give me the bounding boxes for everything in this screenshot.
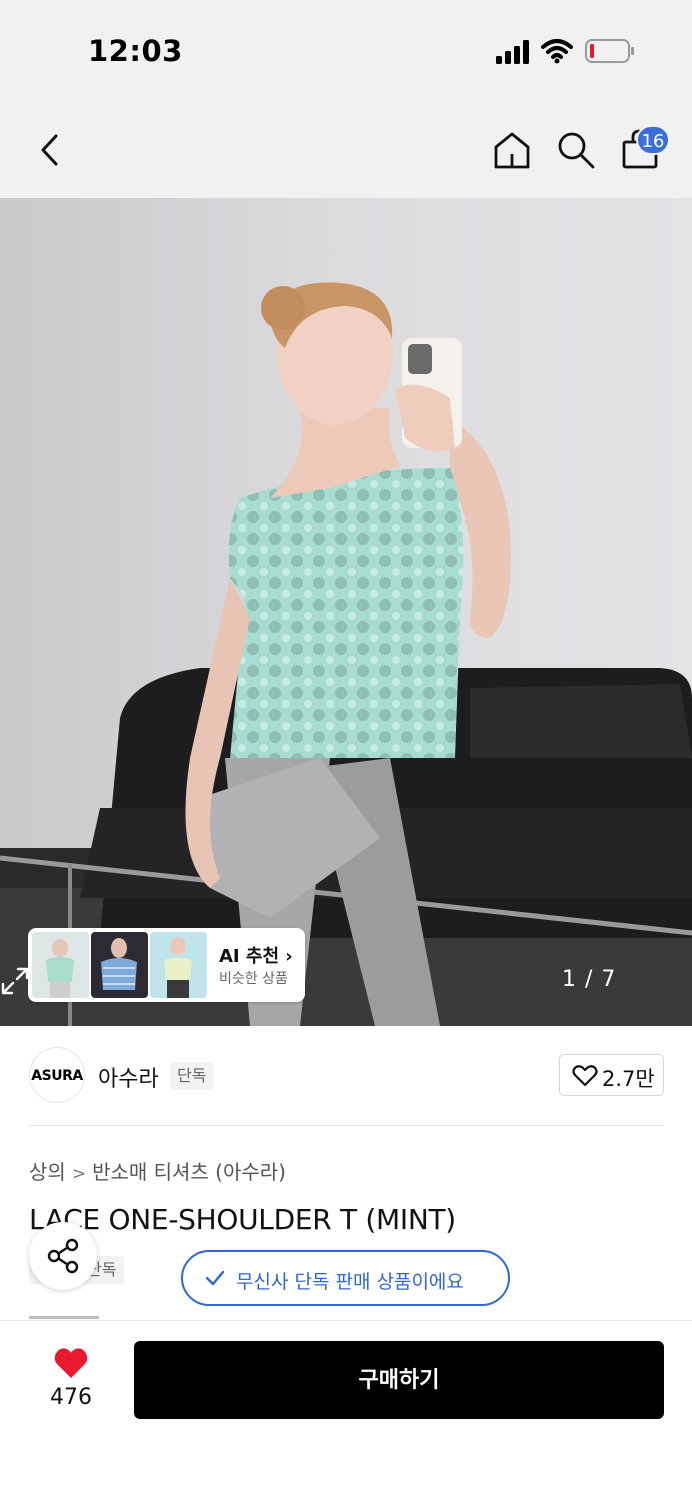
breadcrumb-category[interactable]: 상의 xyxy=(29,1160,66,1184)
image-page-counter: 1 / 7 xyxy=(562,967,617,992)
cart-count-badge: 16 xyxy=(636,125,670,155)
divider xyxy=(29,1125,664,1126)
buy-button[interactable]: 구매하기 xyxy=(134,1341,664,1419)
expand-fullscreen-icon[interactable] xyxy=(0,966,30,996)
status-time: 12:03 xyxy=(88,34,183,68)
checkmark-icon xyxy=(205,1270,225,1286)
back-arrow-icon[interactable] xyxy=(36,132,64,168)
ai-thumbnail-2[interactable] xyxy=(91,932,148,998)
breadcrumb-subcategory[interactable]: 반소매 티셔츠 (아수라) xyxy=(92,1160,286,1184)
search-icon[interactable] xyxy=(556,130,596,170)
clipped-content-peek xyxy=(29,1312,109,1320)
exclusive-banner-text: 무신사 단독 판매 상품이에요 xyxy=(236,1271,464,1293)
ai-recommendation-card[interactable]: AI 추천 › 비슷한 상품 xyxy=(28,928,305,1002)
share-icon xyxy=(47,1238,79,1274)
battery-icon xyxy=(585,39,634,63)
wishlist-count: 476 xyxy=(50,1385,92,1410)
share-button[interactable] xyxy=(29,1222,97,1290)
ai-thumbnail-1[interactable] xyxy=(32,932,89,998)
ai-recommend-title: AI 추천 › xyxy=(219,946,293,967)
chevron-right-icon: > xyxy=(71,1164,87,1184)
brand-like-count: 2.7만 xyxy=(602,1067,655,1091)
brand-logo[interactable]: ASURA xyxy=(29,1047,85,1103)
product-title: LACE ONE-SHOULDER T (MINT) xyxy=(29,1203,456,1236)
cellular-signal-icon xyxy=(496,40,529,64)
heart-outline-icon xyxy=(572,1065,598,1087)
product-photo xyxy=(0,198,692,1026)
brand-name[interactable]: 아수라 xyxy=(98,1061,159,1093)
ai-recommend-subtitle: 비슷한 상품 xyxy=(219,971,288,987)
brand-like-button[interactable]: 2.7만 xyxy=(559,1054,664,1096)
exclusive-sale-banner: 무신사 단독 판매 상품이에요 xyxy=(181,1250,510,1306)
home-icon[interactable] xyxy=(492,130,532,170)
breadcrumb: 상의 > 반소매 티셔츠 (아수라) xyxy=(29,1156,286,1185)
heart-filled-icon[interactable] xyxy=(53,1346,89,1380)
product-image-gallery[interactable]: AI 추천 › 비슷한 상품 1 / 7 xyxy=(0,198,692,1026)
status-bar: 12:03 xyxy=(0,0,692,100)
exclusive-tag: 단독 xyxy=(170,1062,214,1090)
wifi-icon xyxy=(541,39,573,64)
top-nav-bar xyxy=(0,100,692,198)
ai-thumbnail-3[interactable] xyxy=(150,932,207,998)
